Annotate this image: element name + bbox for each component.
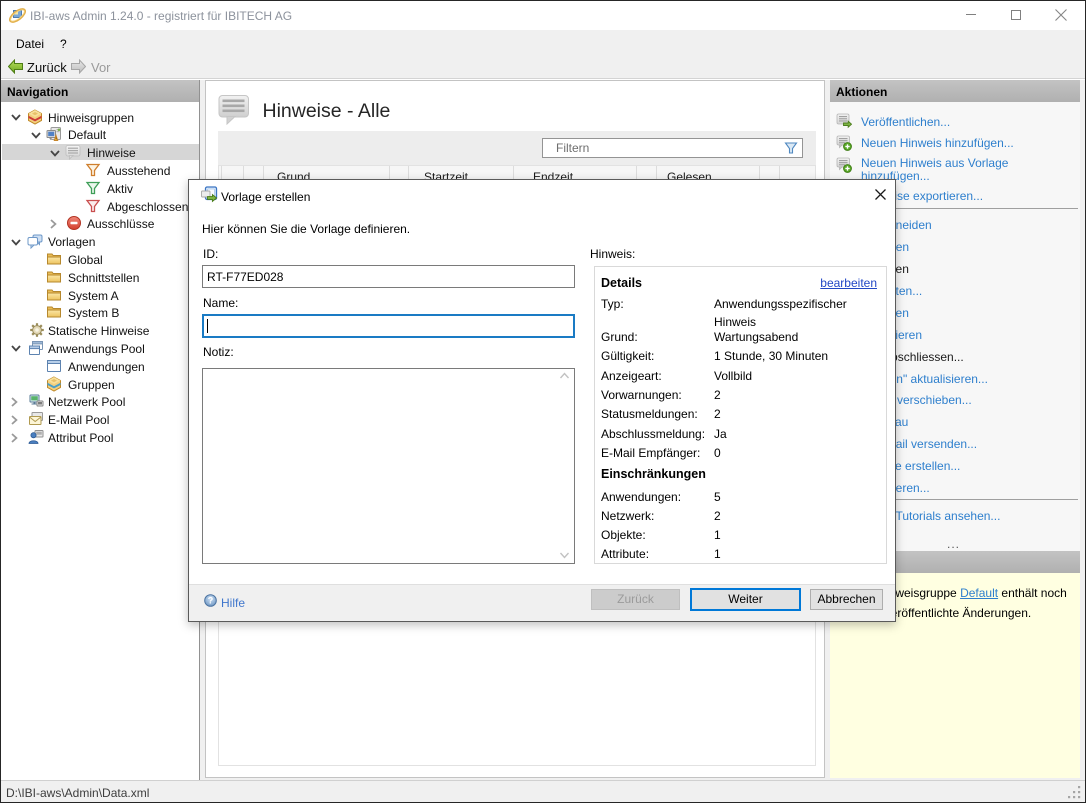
svg-text:?: ? — [208, 595, 214, 605]
